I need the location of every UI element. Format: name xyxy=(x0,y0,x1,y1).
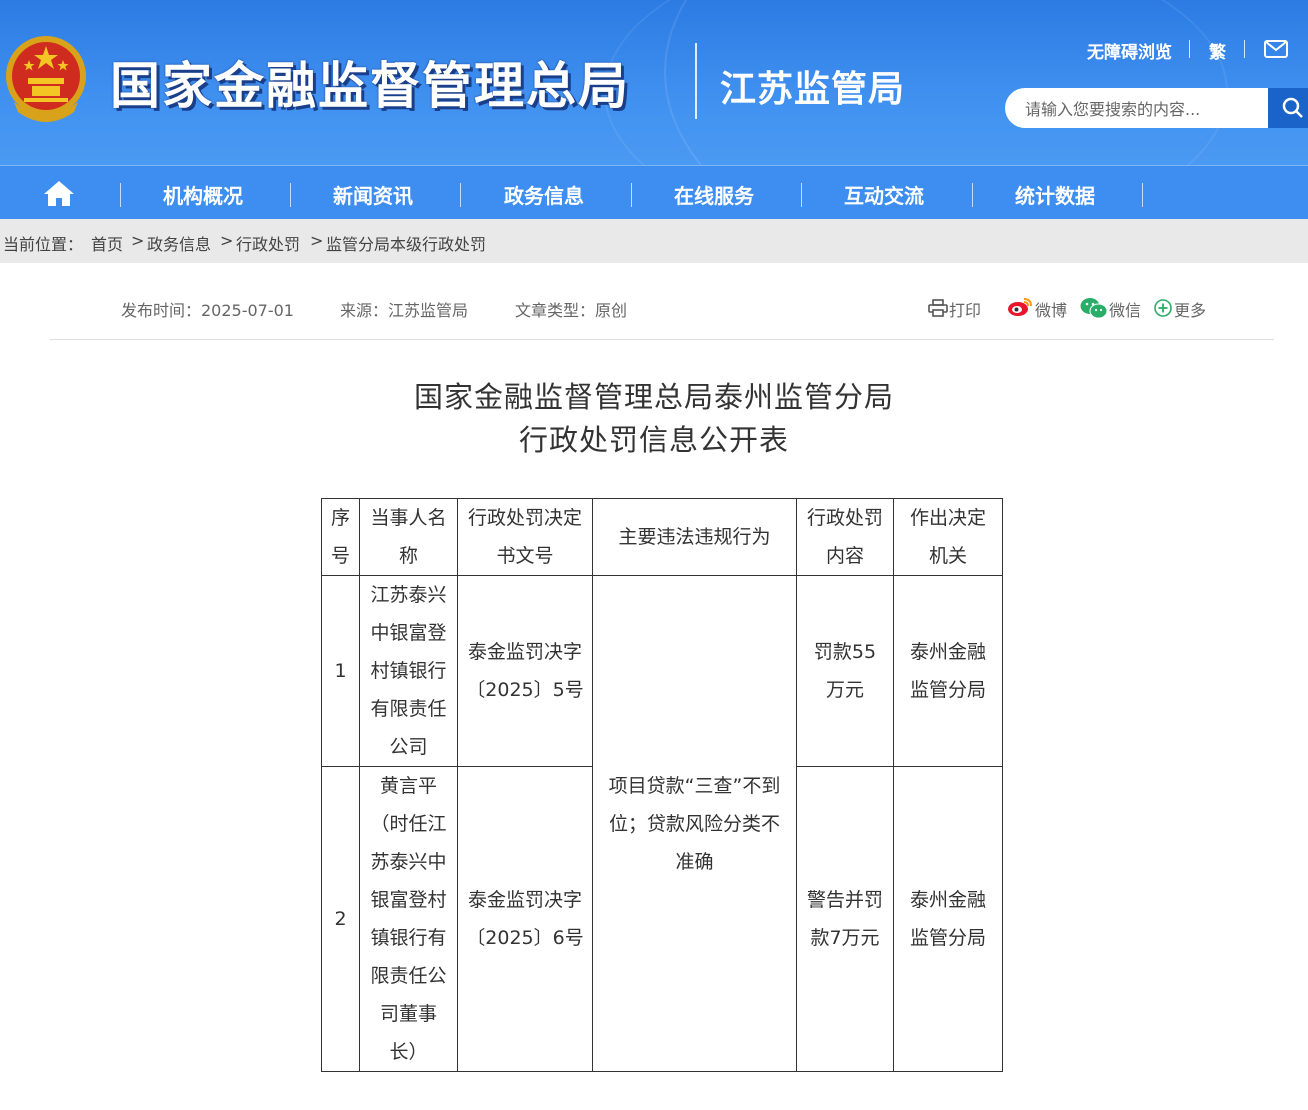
print-icon[interactable] xyxy=(928,299,948,317)
header-cell-violation: 主要违法违规行为 xyxy=(592,498,797,576)
nav-item-statistics[interactable]: 统计数据 xyxy=(1015,180,1095,209)
header-cell-penalty: 行政处罚内容 xyxy=(796,498,894,576)
search-box xyxy=(1005,88,1269,130)
nav-item-news[interactable]: 新闻资讯 xyxy=(333,180,413,209)
search-icon xyxy=(1282,97,1303,118)
header-cell-authority: 作出决定机关 xyxy=(893,498,1003,576)
meta-divider xyxy=(50,339,1274,340)
plus-circle-icon[interactable] xyxy=(1154,299,1172,317)
home-icon[interactable] xyxy=(43,179,75,207)
nav-divider xyxy=(290,183,291,207)
nav-divider xyxy=(801,183,802,207)
header-cell-doc-number: 行政处罚决定书文号 xyxy=(457,498,593,576)
nav-item-online-service[interactable]: 在线服务 xyxy=(674,180,754,209)
table-row: 1 江苏泰兴中银富登村镇银行有限责任公司 泰金监罚决字〔2025〕5号 项目贷款… xyxy=(321,575,1003,1072)
site-title[interactable]: 国家金融监督管理总局 xyxy=(110,46,630,118)
nav-divider xyxy=(972,183,973,207)
decision-doc-number: 泰金监罚决字〔2025〕5号 xyxy=(457,575,593,767)
deciding-authority: 泰州金融监管分局 xyxy=(893,575,1003,767)
header-decoration xyxy=(604,0,1228,165)
article-type: 文章类型：原创 xyxy=(515,301,628,320)
nav-divider xyxy=(120,183,121,207)
search-input[interactable] xyxy=(1023,88,1257,130)
nav-item-interaction[interactable]: 互动交流 xyxy=(844,180,924,209)
breadcrumb-item-penalty[interactable]: 行政处罚 xyxy=(236,231,300,255)
row-number: 2 xyxy=(321,766,360,1072)
deciding-authority: 泰州金融监管分局 xyxy=(893,766,1003,1072)
breadcrumb-separator: > xyxy=(310,231,324,250)
accessibility-link[interactable]: 无障碍浏览 xyxy=(1087,38,1172,63)
nav-divider xyxy=(631,183,632,207)
nav-item-government-info[interactable]: 政务信息 xyxy=(504,180,584,209)
header-cell-party: 当事人名称 xyxy=(359,498,458,576)
document-title-line2: 行政处罚信息公开表 xyxy=(518,423,789,457)
search-button[interactable] xyxy=(1268,88,1308,128)
weibo-icon[interactable] xyxy=(1007,297,1033,317)
nav-divider xyxy=(460,183,461,207)
wechat-share-button[interactable]: 微信 xyxy=(1109,297,1141,321)
article-source: 来源：江苏监管局 xyxy=(340,301,469,320)
table-header-row: 序号 当事人名称 行政处罚决定书文号 主要违法违规行为 行政处罚内容 作出决定机… xyxy=(321,498,1003,576)
penalty-table: 序号 当事人名称 行政处罚决定书文号 主要违法违规行为 行政处罚内容 作出决定机… xyxy=(321,498,1003,1072)
publish-time: 发布时间：2025-07-01 xyxy=(121,301,294,320)
breadcrumb-item-government-info[interactable]: 政务信息 xyxy=(147,231,211,255)
breadcrumb: 当前位置： 首页 > 政务信息 > 行政处罚 > 监管分局本级行政处罚 xyxy=(0,219,1308,263)
penalty-content: 罚款55万元 xyxy=(796,575,894,767)
nav-divider xyxy=(1142,183,1143,207)
party-name: 黄言平（时任江苏泰兴中银富登村镇银行有限责任公司董事长） xyxy=(359,766,458,1072)
decision-doc-number: 泰金监罚决字〔2025〕6号 xyxy=(457,766,593,1072)
traditional-chinese-link[interactable]: 繁 xyxy=(1209,38,1226,63)
wechat-icon[interactable] xyxy=(1080,297,1108,319)
util-divider xyxy=(1244,40,1245,58)
mail-icon[interactable] xyxy=(1264,40,1288,58)
bureau-subtitle[interactable]: 江苏监管局 xyxy=(720,60,905,112)
util-divider xyxy=(1189,40,1190,58)
weibo-share-button[interactable]: 微博 xyxy=(1035,297,1067,321)
row-number: 1 xyxy=(321,575,360,767)
more-share-button[interactable]: 更多 xyxy=(1174,297,1206,321)
breadcrumb-item-home[interactable]: 首页 xyxy=(91,231,123,255)
print-button[interactable]: 打印 xyxy=(949,297,981,321)
title-divider xyxy=(695,43,697,119)
main-nav: 机构概况 新闻资讯 政务信息 在线服务 互动交流 统计数据 xyxy=(0,165,1308,220)
party-name: 江苏泰兴中银富登村镇银行有限责任公司 xyxy=(359,575,458,767)
breadcrumb-separator: > xyxy=(131,231,145,250)
breadcrumb-prefix: 当前位置： xyxy=(3,235,84,254)
site-header: 国家金融监督管理总局 江苏监管局 无障碍浏览 繁 xyxy=(0,0,1308,165)
nav-item-about[interactable]: 机构概况 xyxy=(163,180,243,209)
breadcrumb-separator: > xyxy=(220,231,234,250)
document-title-line1: 国家金融监督管理总局泰州监管分局 xyxy=(413,380,894,414)
breadcrumb-item-current[interactable]: 监管分局本级行政处罚 xyxy=(326,231,486,255)
violation-description: 项目贷款“三查”不到位；贷款风险分类不准确 xyxy=(592,575,797,1072)
penalty-content: 警告并罚款7万元 xyxy=(796,766,894,1072)
national-emblem-icon xyxy=(6,36,86,122)
header-cell-number: 序号 xyxy=(321,498,360,576)
